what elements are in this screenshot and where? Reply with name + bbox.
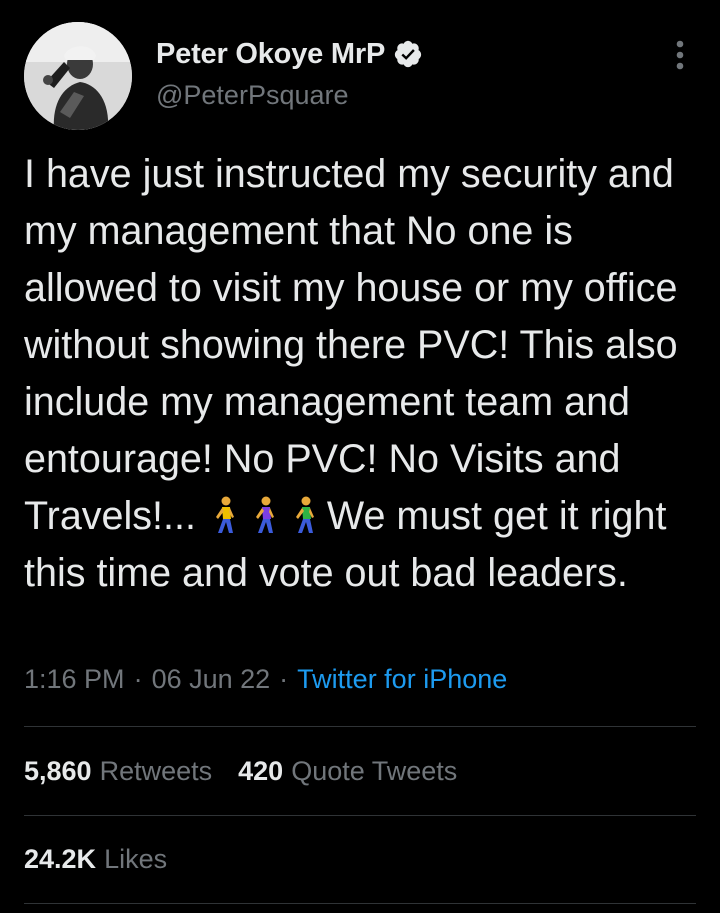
- person-walking-icon: [247, 494, 283, 534]
- meta-separator: ·: [133, 664, 143, 694]
- tweet-source-link[interactable]: Twitter for iPhone: [297, 664, 507, 694]
- likes-label: Likes: [104, 843, 168, 874]
- quote-tweets-label: Quote Tweets: [291, 755, 458, 786]
- avatar-photo: [24, 22, 132, 130]
- author-name-row: Peter Okoye MrP: [156, 34, 423, 74]
- likes-count: 24.2K: [24, 843, 97, 874]
- retweets-label: Retweets: [99, 755, 213, 786]
- more-vertical-icon: [676, 40, 684, 70]
- person-walking-icon: [207, 494, 243, 534]
- tweet-date[interactable]: 06 Jun 22: [152, 664, 271, 694]
- tweet-text-part1: I have just instructed my security and m…: [24, 152, 689, 538]
- meta-separator: ·: [279, 664, 289, 694]
- author-handle[interactable]: @PeterPsquare: [156, 80, 349, 111]
- divider: [24, 903, 696, 904]
- tweet-meta: 1:16 PM · 06 Jun 22 · Twitter for iPhone: [24, 664, 507, 695]
- profile-avatar[interactable]: [24, 22, 132, 130]
- likes-row: 24.2K Likes: [24, 839, 193, 879]
- retweets-stat[interactable]: 5,860 Retweets: [24, 756, 212, 787]
- quote-tweets-count: 420: [238, 755, 284, 786]
- divider: [24, 726, 696, 727]
- tweet-text: I have just instructed my security and m…: [24, 146, 704, 602]
- divider: [24, 815, 696, 816]
- engagement-row: 5,860 Retweets 420 Quote Tweets: [24, 751, 483, 791]
- more-options-button[interactable]: [664, 38, 696, 72]
- author-display-name[interactable]: Peter Okoye MrP: [156, 38, 385, 71]
- quote-tweets-stat[interactable]: 420 Quote Tweets: [238, 756, 457, 787]
- retweets-count: 5,860: [24, 755, 92, 786]
- likes-stat[interactable]: 24.2K Likes: [24, 844, 167, 875]
- verified-badge-icon: [393, 39, 423, 69]
- person-walking-icon: [287, 494, 323, 534]
- tweet-time[interactable]: 1:16 PM: [24, 664, 125, 694]
